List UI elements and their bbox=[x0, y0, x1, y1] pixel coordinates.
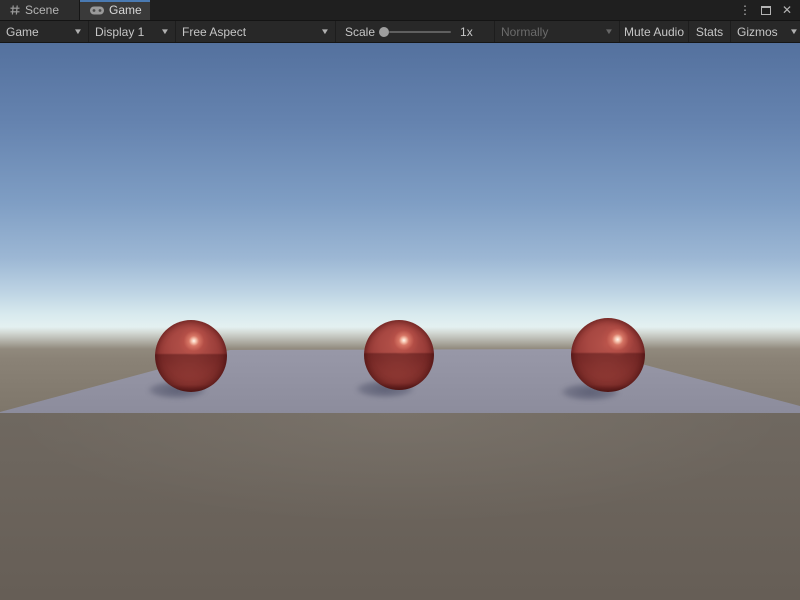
red-sphere bbox=[364, 320, 434, 390]
mute-audio-button[interactable]: Mute Audio bbox=[620, 21, 689, 42]
gamepad-icon bbox=[90, 6, 104, 15]
chevron-down-icon: ▼ bbox=[160, 27, 170, 36]
foreground-ground-plane bbox=[0, 413, 800, 600]
game-viewport[interactable] bbox=[0, 43, 800, 600]
close-icon[interactable]: ✕ bbox=[780, 3, 794, 17]
stats-button[interactable]: Stats bbox=[689, 21, 731, 42]
aspect-ratio-label: Free Aspect bbox=[182, 25, 246, 39]
scale-slider-knob[interactable] bbox=[379, 27, 389, 37]
gizmos-dropdown[interactable]: Gizmos ▼ bbox=[731, 21, 800, 42]
chevron-down-icon: ▼ bbox=[789, 27, 799, 36]
gizmos-label: Gizmos bbox=[737, 25, 778, 39]
tab-scene[interactable]: Scene bbox=[0, 0, 80, 20]
red-sphere bbox=[155, 320, 227, 392]
scale-control: Scale 1x bbox=[336, 21, 495, 42]
mute-audio-label: Mute Audio bbox=[624, 25, 684, 39]
tab-scene-label: Scene bbox=[25, 3, 59, 17]
play-focus-dropdown[interactable]: Normally ▼ bbox=[495, 21, 620, 42]
tab-game[interactable]: Game bbox=[80, 0, 150, 20]
display-target-dropdown[interactable]: Display 1 ▼ bbox=[89, 21, 176, 42]
chevron-down-icon: ▼ bbox=[320, 27, 330, 36]
play-focus-label: Normally bbox=[501, 25, 548, 39]
aspect-ratio-dropdown[interactable]: Free Aspect ▼ bbox=[176, 21, 336, 42]
chevron-down-icon: ▼ bbox=[604, 27, 614, 36]
scene-grid-icon bbox=[10, 5, 20, 15]
display-mode-label: Game bbox=[6, 25, 39, 39]
panel-menu-icon[interactable]: ⋮ bbox=[738, 3, 752, 17]
tab-bar: Scene Game ⋮ ✕ bbox=[0, 0, 800, 21]
game-view-toolbar: Game ▼ Display 1 ▼ Free Aspect ▼ Scale 1… bbox=[0, 21, 800, 43]
maximize-icon[interactable] bbox=[759, 3, 773, 17]
display-target-label: Display 1 bbox=[95, 25, 144, 39]
scale-slider[interactable] bbox=[379, 27, 451, 37]
game-view-panel: Scene Game ⋮ ✕ Game ▼ Display 1 ▼ bbox=[0, 0, 800, 600]
scale-slider-track[interactable] bbox=[389, 31, 451, 33]
red-sphere bbox=[571, 318, 645, 392]
scale-label: Scale bbox=[345, 25, 375, 39]
window-controls: ⋮ ✕ bbox=[738, 0, 800, 20]
stats-label: Stats bbox=[696, 25, 723, 39]
chevron-down-icon: ▼ bbox=[73, 27, 83, 36]
tab-game-label: Game bbox=[109, 3, 142, 17]
display-mode-dropdown[interactable]: Game ▼ bbox=[0, 21, 89, 42]
scale-value: 1x bbox=[460, 25, 473, 39]
